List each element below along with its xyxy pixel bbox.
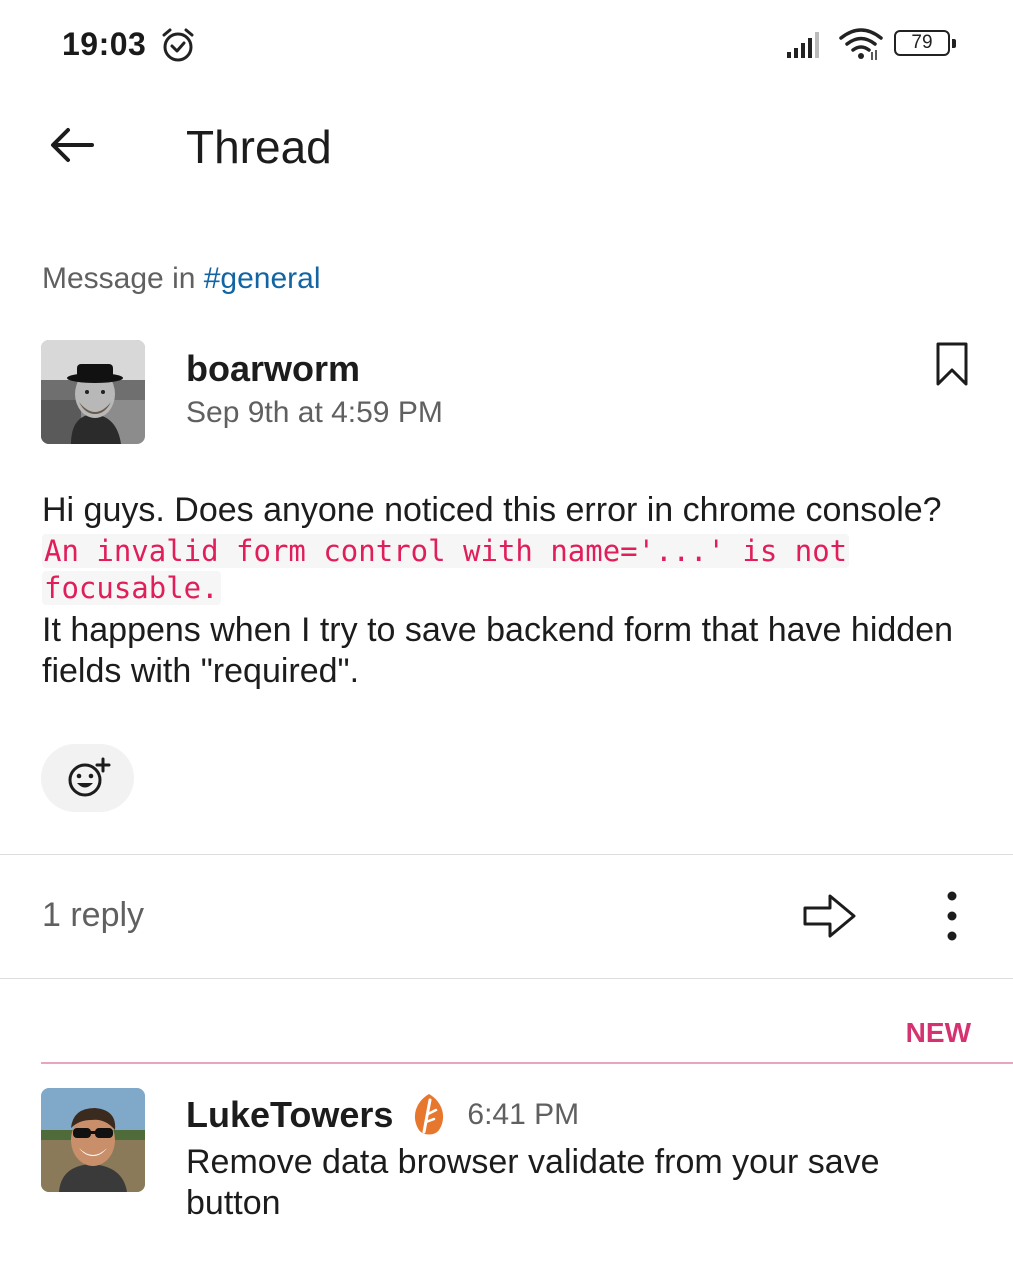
bookmark-icon[interactable] <box>932 340 972 388</box>
alarm-icon <box>162 28 194 62</box>
reply-author-row: LukeTowers 6:41 PM <box>186 1092 579 1138</box>
divider <box>0 854 1013 855</box>
message-text-continued: It happens when I try to save backend fo… <box>42 611 954 690</box>
status-bar: 19:03 79 <box>0 0 1013 90</box>
reply-count: 1 reply <box>42 896 145 934</box>
clock-time: 19:03 <box>62 26 147 62</box>
message-body: Hi guys. Does anyone noticed this error … <box>42 490 982 692</box>
message-timestamp: Sep 9th at 4:59 PM <box>186 396 443 429</box>
user-photo <box>41 340 145 444</box>
battery-level: 79 <box>911 32 933 53</box>
divider <box>0 978 1013 979</box>
leaf-badge-icon <box>415 1094 444 1135</box>
context-prefix: Message in <box>42 262 204 295</box>
more-options-icon[interactable] <box>934 886 970 946</box>
wifi-icon <box>839 28 883 60</box>
user-photo <box>41 1088 145 1192</box>
new-messages-label: NEW <box>905 1017 971 1048</box>
signal-icon <box>787 32 819 58</box>
page-title: Thread <box>186 121 332 173</box>
message-author[interactable]: boarworm <box>186 348 360 390</box>
channel-link[interactable]: #general <box>204 262 321 295</box>
new-messages-line <box>41 1062 1013 1064</box>
reply-timestamp: 6:41 PM <box>467 1098 580 1131</box>
avatar[interactable] <box>41 340 145 444</box>
message-context: Message in #general <box>42 262 321 296</box>
reply-text: Remove data browser validate from your s… <box>186 1143 880 1222</box>
add-reaction-button[interactable] <box>41 744 134 812</box>
back-arrow-icon[interactable] <box>44 120 100 170</box>
message-text: Hi guys. Does anyone noticed this error … <box>42 491 942 529</box>
add-emoji-icon <box>68 757 111 797</box>
battery-icon: 79 <box>894 30 958 60</box>
reply-author[interactable]: LukeTowers <box>186 1094 393 1136</box>
inline-code: An invalid form control with name='...' … <box>42 534 850 605</box>
avatar[interactable] <box>41 1088 145 1192</box>
share-arrow-icon[interactable] <box>800 888 860 944</box>
